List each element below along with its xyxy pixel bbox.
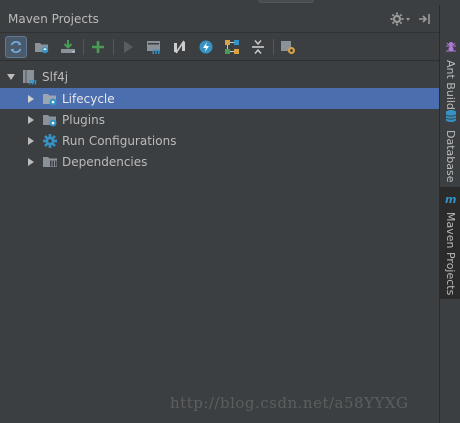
maven-icon: m [445,193,457,208]
reimport-icon[interactable] [5,36,27,58]
plugins-folder-icon [42,112,58,128]
svg-text:m: m [445,193,456,205]
tree-label: Lifecycle [62,91,115,106]
tree-row-root[interactable]: m Slf4j [0,66,439,87]
execute-goal-icon[interactable]: m [143,36,165,58]
toolbar-separator [273,39,274,55]
side-tab-label: Maven Projects [444,212,457,296]
gear-icon [42,133,58,149]
lifecycle-folder-icon [42,91,58,107]
tree-label: Run Configurations [62,133,177,148]
side-tab-ant-build[interactable]: Ant Build [440,35,460,110]
hide-panel-icon[interactable] [417,11,433,27]
tree-row-dependencies[interactable]: Dependencies [0,151,439,172]
collapsed-arrow-icon[interactable] [26,157,36,167]
maven-toolbar: m [0,33,439,61]
download-icon[interactable] [57,36,79,58]
skip-tests-icon[interactable] [169,36,191,58]
collapsed-arrow-icon[interactable] [26,94,36,104]
tree-label: Slf4j [42,69,69,84]
maven-tree: m Slf4j Lifecycle Plugins Run Configurat… [0,62,439,423]
side-tab-maven-projects[interactable]: m Maven Projects [440,187,460,299]
collapsed-arrow-icon[interactable] [26,115,36,125]
right-tool-strip: Ant Build Database m Maven Projects [439,5,460,423]
watermark: http://blog.csdn.net/a58YYXG [170,394,409,412]
editor-tab-stub[interactable] [258,0,314,3]
ant-icon [445,41,457,56]
settings-icon[interactable] [277,36,299,58]
panel-header: Maven Projects [0,5,439,33]
side-tab-label: Database [444,130,457,183]
tree-label: Plugins [62,112,105,127]
panel-title: Maven Projects [8,12,99,26]
collapse-all-icon[interactable] [247,36,269,58]
expanded-arrow-icon[interactable] [6,72,16,82]
svg-text:m: m [152,47,160,55]
toolbar-separator [113,39,114,55]
collapsed-arrow-icon[interactable] [26,136,36,146]
maven-projects-panel: Maven Projects m m Slf4j Lifecycle Plugi… [0,5,439,423]
show-dependencies-icon[interactable] [221,36,243,58]
side-tab-database[interactable]: Database [440,103,460,183]
tree-row-lifecycle[interactable]: Lifecycle [0,88,439,109]
tree-row-run-configurations[interactable]: Run Configurations [0,130,439,151]
maven-module-icon: m [22,69,38,85]
offline-icon[interactable] [195,36,217,58]
gear-icon[interactable] [390,11,412,27]
library-folder-icon [42,154,58,170]
toolbar-separator [83,39,84,55]
database-icon [445,109,457,126]
add-icon[interactable] [87,36,109,58]
svg-text:m: m [29,77,37,85]
tree-row-plugins[interactable]: Plugins [0,109,439,130]
run-icon[interactable] [117,36,139,58]
generate-sources-icon[interactable] [31,36,53,58]
tree-label: Dependencies [62,154,148,169]
